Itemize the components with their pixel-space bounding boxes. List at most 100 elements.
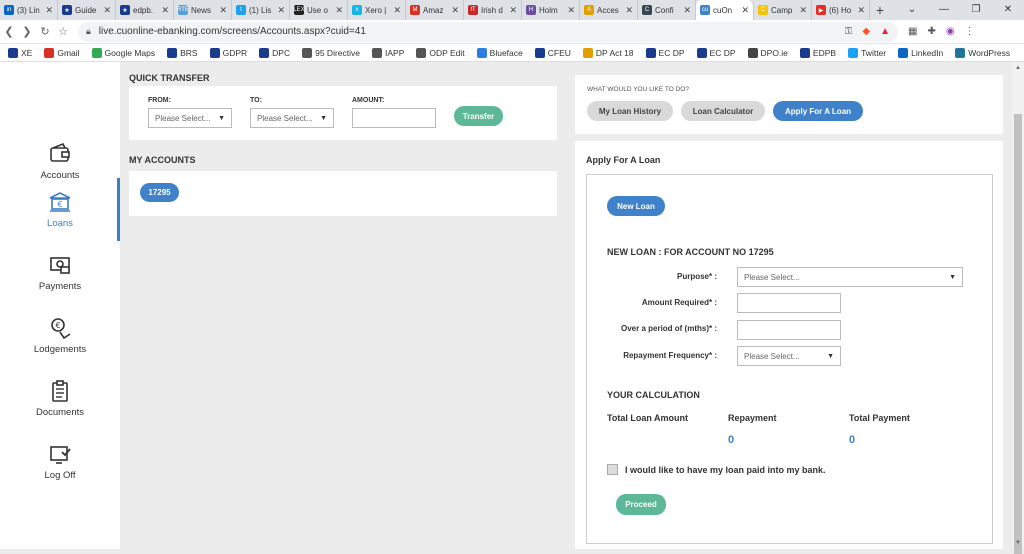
bookmark-item[interactable]: BRS [167,47,198,58]
browser-tab[interactable]: ★ Guide ✕ [58,0,116,20]
bank-icon: € [49,192,71,212]
page-scrollbar[interactable]: ▲ ▼ [1012,62,1024,554]
reload-icon[interactable]: ↻ [36,25,54,38]
browser-tab[interactable]: C Camp ✕ [754,0,812,20]
paid-into-bank-checkbox[interactable] [607,464,618,475]
bookmark-item[interactable]: Gmail [44,47,80,58]
tab-close-icon[interactable]: ✕ [799,5,807,16]
tab-title: edpb. [133,5,154,15]
brave-shield-icon[interactable]: ◆ [862,26,870,37]
bookmark-item[interactable]: EC DP [645,47,685,58]
browser-tab[interactable]: H Holm ✕ [522,0,580,20]
bookmark-item[interactable]: IAPP [372,47,404,58]
browser-tab[interactable]: IT Irish d ✕ [464,0,522,20]
bookmark-item[interactable]: 95 Directive [302,47,360,58]
new-tab-button[interactable]: + [870,0,890,20]
browser-tab[interactable]: ★ edpb. ✕ [116,0,174,20]
loan-calculator-button[interactable]: Loan Calculator [681,101,765,121]
extension-icon[interactable]: ▦ [908,26,917,37]
minimize-icon[interactable]: — [928,0,960,20]
bookmark-item[interactable]: DPO.ie [747,47,788,58]
from-label: FROM: [148,97,171,104]
bookmark-item[interactable]: GDPR [209,47,247,58]
key-icon[interactable]: ⚿ [845,26,853,37]
amount-required-input[interactable] [737,293,841,313]
browser-tab[interactable]: ▶ (6) Ho ✕ [812,0,870,20]
browser-tab[interactable]: M Amaz ✕ [406,0,464,20]
browser-tab[interactable]: A Acces ✕ [580,0,638,20]
browser-tab[interactable]: x Xero | ✕ [348,0,406,20]
purpose-select[interactable]: Please Select... ▼ [737,267,963,287]
sidebar-item-documents[interactable]: Documents [0,367,120,430]
to-label: TO: [250,97,262,104]
menu-icon[interactable]: ⋮ [965,26,975,37]
frequency-select[interactable]: Please Select... ▼ [737,346,841,366]
bookmark-favicon-icon [416,47,427,58]
tab-close-icon[interactable]: ✕ [683,5,691,16]
scrollbar-thumb[interactable] [1014,114,1022,554]
tab-close-icon[interactable]: ✕ [393,5,401,16]
my-accounts-panel: 17295 [129,171,557,216]
scroll-down-icon[interactable]: ▼ [1012,537,1024,549]
close-icon[interactable]: ✕ [992,0,1024,20]
bookmark-item[interactable]: CFEU [534,47,571,58]
bookmark-item[interactable]: XE [8,47,32,58]
proceed-button[interactable]: Proceed [616,494,666,515]
browser-tab[interactable]: in (3) Lin ✕ [0,0,58,20]
new-loan-button[interactable]: New Loan [607,196,665,216]
bookmark-item[interactable]: Twitter [848,47,886,58]
to-select[interactable]: Please Select... ▼ [250,108,334,128]
period-input[interactable] [737,320,841,340]
back-icon[interactable]: ❮ [0,25,18,38]
puzzle-icon[interactable]: ✚ [927,26,935,37]
bookmark-item[interactable]: LinkedIn [898,47,943,58]
browser-tab[interactable]: LEX Use o ✕ [290,0,348,20]
chevron-down-icon[interactable]: ⌄ [896,0,928,20]
tab-close-icon[interactable]: ✕ [103,5,111,16]
scroll-up-icon[interactable]: ▲ [1012,62,1024,74]
bookmark-star-icon[interactable]: ☆ [54,25,72,38]
account-button-17295[interactable]: 17295 [140,183,179,202]
from-select[interactable]: Please Select... ▼ [148,108,232,128]
restore-icon[interactable]: ❐ [960,0,992,20]
tab-close-icon[interactable]: ✕ [45,5,53,16]
bookmark-item[interactable]: Google Maps [91,47,155,58]
bookmark-item[interactable]: DP Act 18 [582,47,634,58]
tab-close-icon[interactable]: ✕ [857,5,865,16]
tab-close-icon[interactable]: ✕ [625,5,633,16]
tab-close-icon[interactable]: ✕ [219,5,227,16]
apply-loan-button[interactable]: Apply For A Loan [773,101,863,121]
tab-close-icon[interactable]: ✕ [161,5,169,16]
tab-close-icon[interactable]: ✕ [567,5,575,16]
bookmark-item[interactable]: Blueface [476,47,523,58]
address-bar[interactable]: 🔒︎ live.cuonline-ebanking.com/screens/Ac… [78,21,898,42]
bookmark-item[interactable]: EDPB [799,47,836,58]
browser-tab[interactable]: C Confi ✕ [638,0,696,20]
sidebar-item-loans[interactable]: € Loans [0,178,120,241]
tab-close-icon[interactable]: ✕ [451,5,459,16]
tab-close-icon[interactable]: ✕ [509,5,517,16]
lock-icon[interactable]: 🔒︎ [86,26,91,37]
sidebar-item-lodgements[interactable]: € Lodgements [0,304,120,367]
rewards-icon[interactable]: ▲ [880,26,890,37]
sidebar-item-payments[interactable]: Payments [0,241,120,304]
bookmark-favicon-icon [848,47,859,58]
bookmark-item[interactable]: EC DP [696,47,736,58]
bookmark-item[interactable]: DPC [259,47,290,58]
amount-input[interactable] [352,108,436,128]
tab-close-icon[interactable]: ✕ [277,5,285,16]
browser-tab[interactable]: t (1) Lis ✕ [232,0,290,20]
profile-icon[interactable]: ◉ [946,26,955,37]
browser-tab[interactable]: RTÉ News ✕ [174,0,232,20]
browser-tab[interactable]: cu cuOn ✕ [696,0,754,20]
loan-history-button[interactable]: My Loan History [587,101,673,121]
tab-close-icon[interactable]: ✕ [335,5,343,16]
tab-close-icon[interactable]: ✕ [741,5,749,16]
paid-into-bank-label: I would like to have my loan paid into m… [625,465,826,475]
transfer-button[interactable]: Transfer [454,106,503,126]
bookmark-item[interactable]: WordPress [955,47,1010,58]
sidebar-item-logoff[interactable]: Log Off [0,430,120,493]
bookmark-favicon-icon [476,47,487,58]
forward-icon[interactable]: ❯ [18,25,36,38]
bookmark-item[interactable]: ODP Edit [416,47,465,58]
